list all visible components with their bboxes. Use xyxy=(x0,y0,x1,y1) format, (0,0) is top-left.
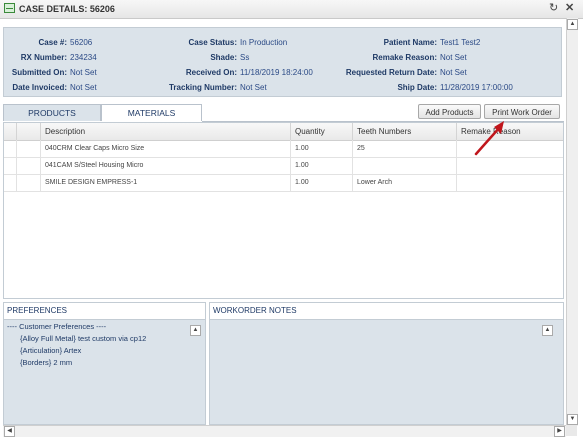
resize-grip[interactable] xyxy=(566,425,577,436)
column-header-description[interactable]: Description xyxy=(41,123,291,140)
rx-number-value: 234234 xyxy=(70,53,97,62)
patient-name-value: Test1 Test2 xyxy=(440,38,481,47)
shade-label: Shade: xyxy=(210,53,237,62)
quantity-cell: 1.00 xyxy=(291,157,353,174)
vertical-scrollbar[interactable]: ▲ ▼ xyxy=(566,18,578,426)
case-summary-panel: Case #: 56206 RX Number: 234234 Submitte… xyxy=(3,27,562,97)
date-invoiced-value: Not Set xyxy=(70,83,97,92)
preferences-line: {Borders} 2 mm xyxy=(20,358,73,367)
window-titlebar: CASE DETAILS: 56206 ↻ ✕ xyxy=(0,0,583,19)
tracking-number-value: Not Set xyxy=(240,83,267,92)
ship-date-value: 11/28/2019 17:00:00 xyxy=(440,83,513,92)
received-on-value: 11/18/2019 18:24:00 xyxy=(240,68,313,77)
preferences-line: ---- Customer Preferences ---- xyxy=(7,322,107,331)
quantity-cell: 1.00 xyxy=(291,174,353,191)
close-icon[interactable]: ✕ xyxy=(565,2,574,15)
date-invoiced-label: Date Invoiced: xyxy=(12,83,67,92)
scroll-right-icon[interactable]: ▶ xyxy=(554,426,565,437)
row-selector-header xyxy=(4,123,17,140)
preferences-line: {Alloy Full Metal} test custom via cp12 xyxy=(20,334,147,343)
requested-return-date-value: Not Set xyxy=(440,68,467,77)
table-row[interactable]: SMILE DESIGN EMPRESS-1 1.00 Lower Arch xyxy=(4,174,563,192)
teeth-cell xyxy=(353,157,457,174)
window-title: CASE DETAILS: 56206 xyxy=(19,4,115,14)
requested-return-date-label: Requested Return Date: xyxy=(345,68,437,77)
shade-value: Ss xyxy=(240,53,250,62)
row-marker xyxy=(17,140,41,157)
workorder-notes-title: WORKORDER NOTES xyxy=(210,303,563,320)
submitted-on-label: Submitted On: xyxy=(11,68,67,77)
remake-reason-value: Not Set xyxy=(440,53,467,62)
case-number-label: Case #: xyxy=(38,38,67,47)
scroll-up-icon[interactable]: ▲ xyxy=(567,19,578,30)
received-on-label: Received On: xyxy=(185,68,237,77)
red-arrow-pointer xyxy=(474,121,504,156)
row-marker xyxy=(17,157,41,174)
add-products-button[interactable]: Add Products xyxy=(418,104,481,119)
refresh-icon[interactable]: ↻ xyxy=(549,2,558,15)
column-header-teeth-numbers[interactable]: Teeth Numbers xyxy=(353,123,457,140)
scroll-up-icon[interactable]: ▲ xyxy=(542,325,553,336)
tab-products[interactable]: PRODUCTS xyxy=(3,104,101,121)
row-selector[interactable] xyxy=(4,174,17,191)
case-window-icon xyxy=(4,3,15,13)
horizontal-scrollbar[interactable]: ◀ ▶ xyxy=(3,425,566,437)
preferences-content: ---- Customer Preferences ---- {Alloy Fu… xyxy=(7,321,146,369)
scroll-up-icon[interactable]: ▲ xyxy=(190,325,201,336)
rx-number-label: RX Number: xyxy=(20,53,67,62)
row-marker xyxy=(17,174,41,191)
description-cell: 041CAM S/Steel Housing Micro xyxy=(41,157,291,174)
description-cell: 040CRM Clear Caps Micro Size xyxy=(41,140,291,157)
row-marker-header xyxy=(17,123,41,140)
case-status-label: Case Status: xyxy=(188,38,237,47)
print-work-order-button[interactable]: Print Work Order xyxy=(484,104,560,119)
row-selector[interactable] xyxy=(4,140,17,157)
tracking-number-label: Tracking Number: xyxy=(168,83,237,92)
tab-materials[interactable]: MATERIALS xyxy=(101,104,202,121)
scroll-down-icon[interactable]: ▼ xyxy=(567,414,578,425)
ship-date-label: Ship Date: xyxy=(397,83,437,92)
remake-cell xyxy=(457,174,563,191)
preferences-panel: PREFERENCES ---- Customer Preferences --… xyxy=(3,302,206,425)
teeth-cell: 25 xyxy=(353,140,457,157)
description-cell: SMILE DESIGN EMPRESS-1 xyxy=(41,174,291,191)
patient-name-label: Patient Name: xyxy=(383,38,437,47)
scroll-left-icon[interactable]: ◀ xyxy=(4,426,15,437)
case-status-value: In Production xyxy=(240,38,288,47)
preferences-line: {Articulation} Artex xyxy=(20,346,82,355)
column-header-quantity[interactable]: Quantity xyxy=(291,123,353,140)
preferences-title: PREFERENCES xyxy=(4,303,205,320)
remake-reason-label: Remake Reason: xyxy=(372,53,437,62)
workorder-notes-panel: WORKORDER NOTES ▲ xyxy=(209,302,564,425)
row-selector[interactable] xyxy=(4,157,17,174)
submitted-on-value: Not Set xyxy=(70,68,97,77)
teeth-cell: Lower Arch xyxy=(353,174,457,191)
case-number-value: 56206 xyxy=(70,38,93,47)
quantity-cell: 1.00 xyxy=(291,140,353,157)
